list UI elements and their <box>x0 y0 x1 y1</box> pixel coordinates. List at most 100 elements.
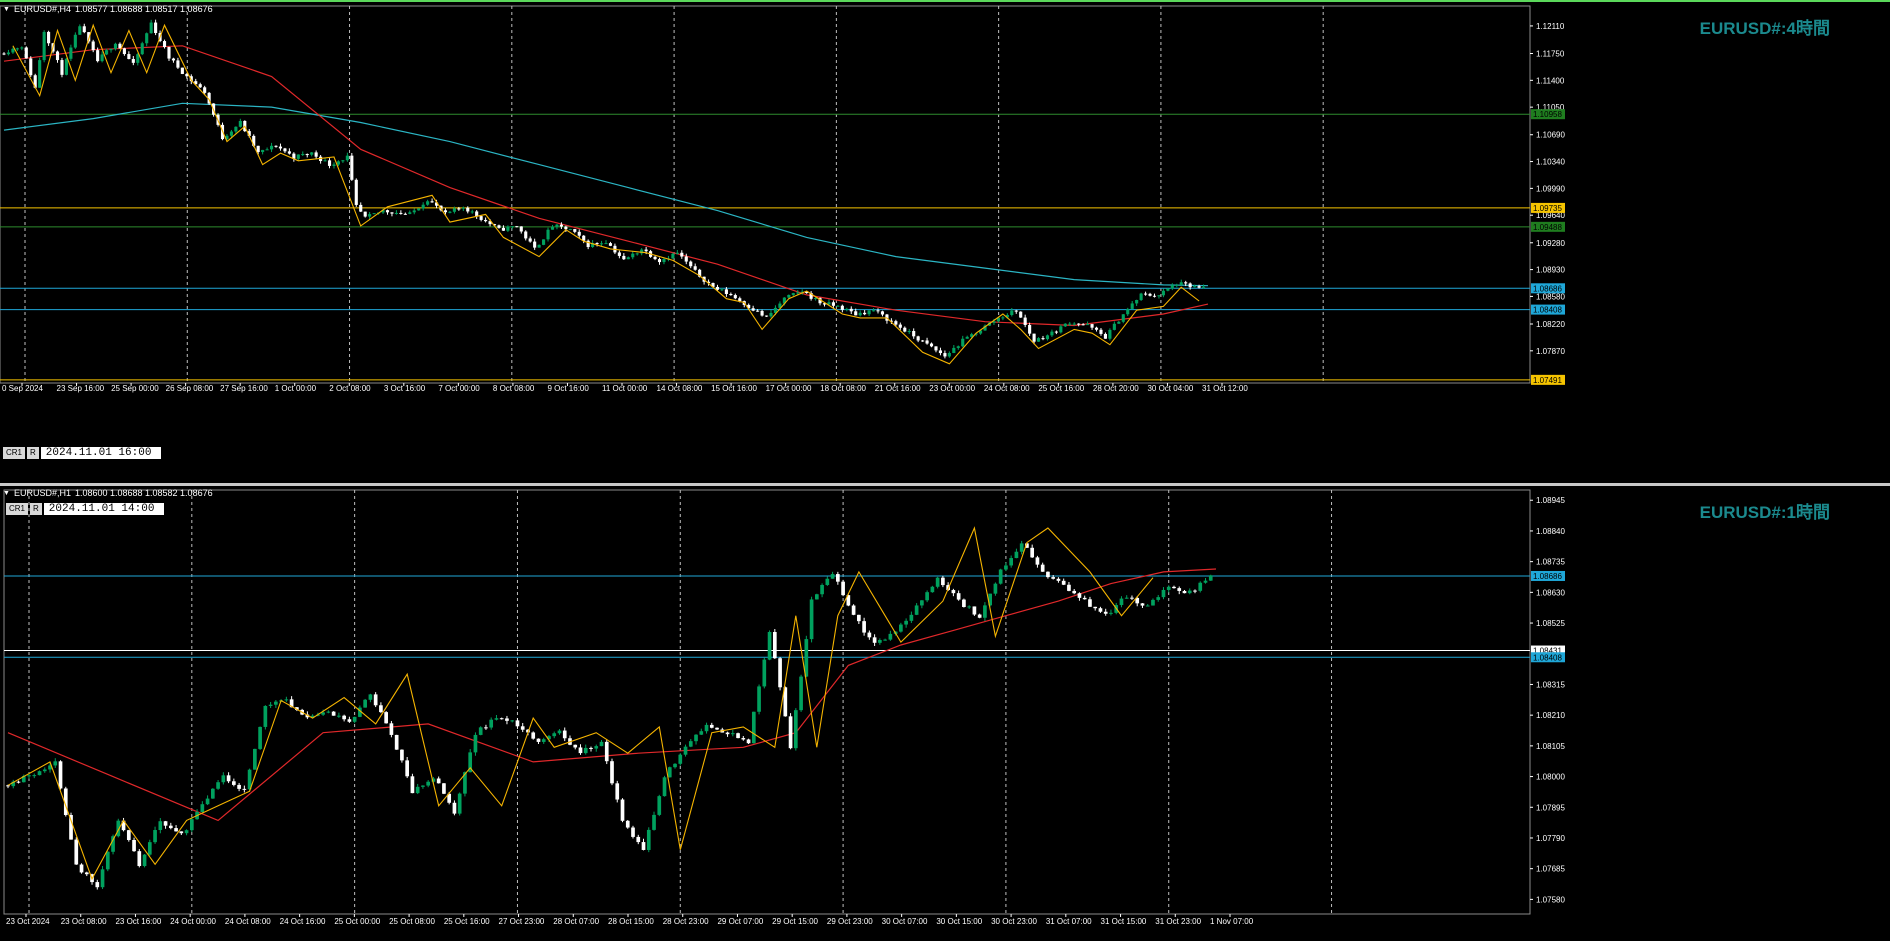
candle-body <box>956 346 960 348</box>
candle-body <box>1098 608 1103 612</box>
candle-body <box>203 87 207 93</box>
candle-body <box>226 775 231 782</box>
candle-body <box>941 577 945 586</box>
candle-body <box>198 84 202 88</box>
h1-r-button[interactable]: R <box>30 503 42 515</box>
candle-body <box>537 244 541 248</box>
candle-body <box>1086 324 1090 326</box>
candle-body <box>943 353 947 357</box>
candle-body <box>314 152 318 157</box>
candle-body <box>332 164 336 166</box>
x-tick-label: 28 Oct 15:00 <box>608 917 654 926</box>
candle-body <box>1093 606 1098 609</box>
candle-body <box>715 727 719 730</box>
candle-body <box>583 747 588 754</box>
h4-crosshair-datetime: 2024.11.01 16:00 <box>40 447 161 459</box>
candle-body <box>1170 285 1174 289</box>
candle-body <box>6 52 11 55</box>
candle-body <box>998 569 1003 584</box>
candle-body <box>400 749 404 761</box>
candle-body <box>746 739 751 744</box>
candle-body <box>938 350 943 354</box>
candle-body <box>24 47 28 59</box>
x-tick-label: 17 Oct 00:00 <box>766 384 812 393</box>
candle-body <box>53 761 58 766</box>
y-tick-label: 1.08945 <box>1536 496 1565 505</box>
h1-cr1-button[interactable]: CR1 <box>6 503 29 515</box>
candle-body <box>831 302 835 306</box>
candle-body <box>321 712 325 715</box>
y-tick-label: 1.08735 <box>1536 558 1565 567</box>
candle-body <box>652 814 656 830</box>
candle-body <box>1088 599 1092 607</box>
candle-body <box>274 145 278 147</box>
x-tick-label: 23 Oct 00:00 <box>929 384 975 393</box>
candle-body <box>880 311 885 315</box>
h1-chart-window[interactable]: 1.08945 1.08840 1.08735 1.08630 1.08525 1.083… <box>0 483 1890 941</box>
collapse-triangle-icon[interactable]: ▼ <box>3 6 10 13</box>
candle-body <box>1157 295 1161 297</box>
candle-body <box>412 210 416 213</box>
candle-body <box>757 686 761 712</box>
candle-body <box>1063 323 1067 327</box>
hline-price-label: 1.09488 <box>1533 223 1562 232</box>
candle-body <box>184 830 189 834</box>
candle-body <box>470 211 474 213</box>
candle-body <box>962 599 966 607</box>
h4-r-button[interactable]: R <box>27 447 39 459</box>
candle-body <box>520 726 525 730</box>
candle-body <box>261 149 265 153</box>
candle-body <box>274 701 278 705</box>
candle-body <box>1103 333 1107 339</box>
candle-body <box>1135 299 1139 304</box>
candle-body <box>787 294 791 298</box>
h1-chart-canvas[interactable]: 1.08945 1.08840 1.08735 1.08630 1.08525 1.083… <box>0 486 1890 938</box>
y-tick-label: 1.08525 <box>1536 619 1565 628</box>
h4-watermark: EURUSD#:4時間 <box>1699 19 1830 38</box>
candle-body <box>1040 564 1045 572</box>
candle-body <box>448 211 452 213</box>
candle-body <box>37 771 42 776</box>
candle-body <box>1140 603 1145 606</box>
h1-crosshair-datetime: 2024.11.01 14:00 <box>43 503 164 515</box>
x-tick-label: 24 Oct 16:00 <box>280 917 326 926</box>
candle-body <box>854 311 858 316</box>
x-tick-label: 30 Oct 23:00 <box>991 917 1037 926</box>
x-tick-label: 25 Oct 16:00 <box>444 917 490 926</box>
candle-body <box>1117 321 1121 324</box>
candle-body <box>622 255 626 260</box>
candle-body <box>546 229 550 240</box>
candle-body <box>210 788 215 799</box>
candle-body <box>417 208 421 211</box>
h4-chart-canvas[interactable]: 1.121101.117501.114001.110501.106901.103… <box>0 2 1890 485</box>
candle-body <box>238 120 242 127</box>
candle-body <box>610 761 614 784</box>
candle-body <box>399 212 403 214</box>
h4-cr1-button[interactable]: CR1 <box>3 447 26 459</box>
candle-body <box>662 258 666 263</box>
candle-body <box>16 781 21 783</box>
candle-body <box>573 229 577 232</box>
y-tick-label: 1.07870 <box>1536 347 1565 356</box>
candle-body <box>1010 310 1014 315</box>
candle-body <box>751 308 755 311</box>
candle-body <box>720 289 724 291</box>
candle-body <box>862 621 866 633</box>
h4-chart-window[interactable]: 1.12110 1.11750 1.11400 1.11050 1.10690 1.103… <box>0 0 1890 485</box>
candle-body <box>258 726 262 749</box>
candle-body <box>883 639 887 641</box>
candle-body <box>594 746 599 749</box>
candle-body <box>573 744 578 748</box>
x-tick-label: 21 Oct 16:00 <box>875 384 921 393</box>
y-tick-label: 1.08210 <box>1536 711 1565 720</box>
candle-body <box>174 828 178 832</box>
candle-body <box>305 154 309 156</box>
h4-symbol-label: EURUSD#,H4 <box>13 4 71 14</box>
x-tick-label: 28 Oct 23:00 <box>663 917 709 926</box>
candle-body <box>426 201 430 205</box>
candle-body <box>736 733 740 739</box>
x-tick-label: 23 Oct 2024 <box>6 917 50 926</box>
hline-price-label: 1.07491 <box>1533 376 1562 385</box>
collapse-triangle-icon[interactable]: ▼ <box>3 490 10 497</box>
candle-body <box>58 761 63 789</box>
